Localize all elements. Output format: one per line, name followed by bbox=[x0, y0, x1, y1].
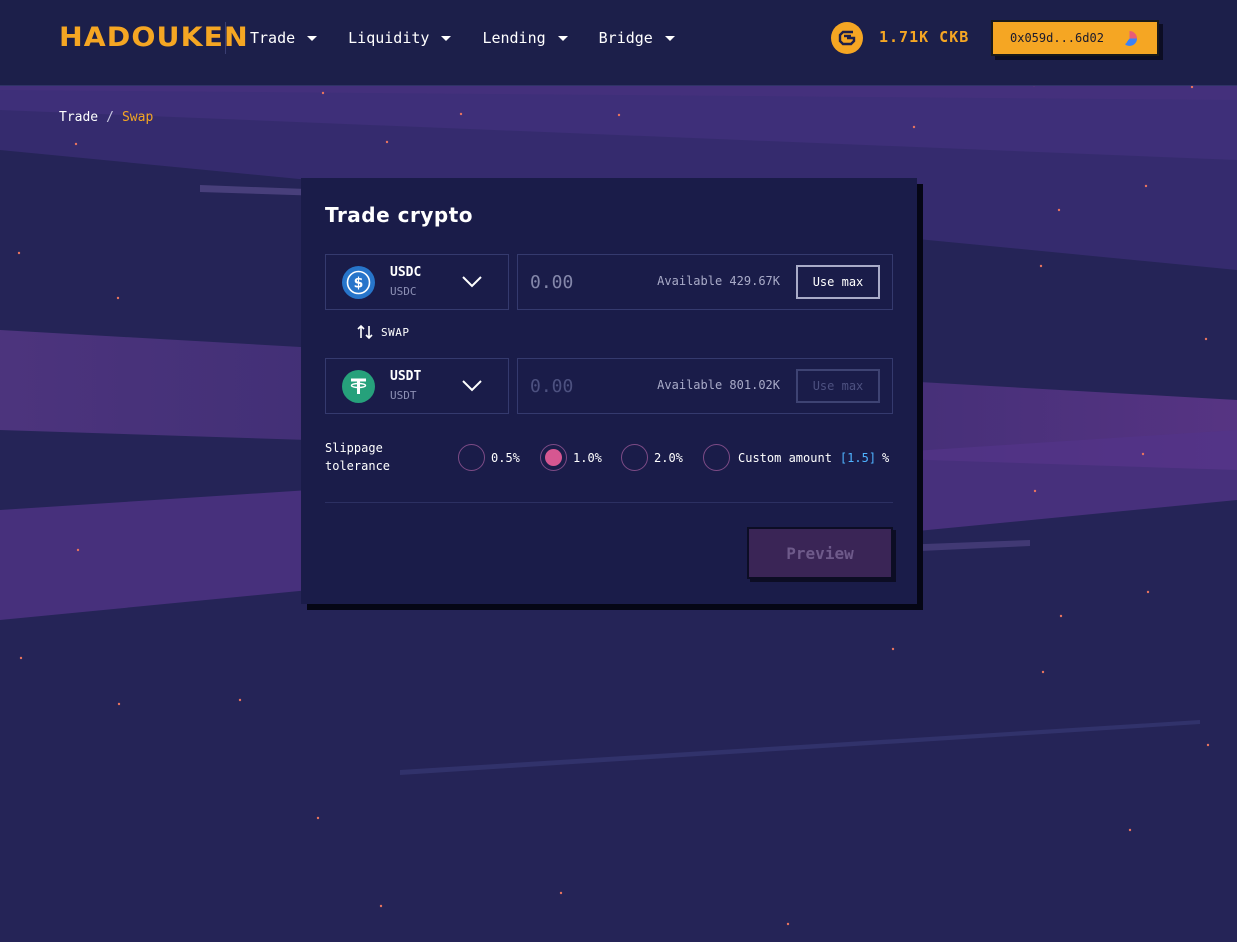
to-available-balance: Available 801.02K bbox=[657, 378, 780, 392]
nav-liquidity[interactable]: Liquidity bbox=[348, 28, 452, 48]
custom-amount-label: Custom amount bbox=[738, 450, 832, 465]
chevron-down-icon bbox=[462, 276, 482, 288]
slippage-option-label: 0.5% bbox=[491, 450, 520, 465]
slippage-option-custom[interactable]: Custom amount [1.5] % bbox=[703, 444, 889, 471]
preview-button[interactable]: Preview bbox=[747, 527, 893, 579]
divider bbox=[325, 502, 893, 503]
from-amount-box: Available 429.67K Use max bbox=[517, 254, 893, 310]
ckb-token-icon bbox=[831, 22, 863, 54]
slippage-option-0-5[interactable]: 0.5% bbox=[458, 444, 520, 471]
nav-lending[interactable]: Lending bbox=[482, 28, 568, 48]
slippage-option-1-0[interactable]: 1.0% bbox=[540, 444, 602, 471]
caret-down-icon bbox=[441, 35, 452, 41]
to-token-name: USDT bbox=[390, 389, 417, 402]
caret-down-icon bbox=[557, 35, 568, 41]
hadouken-logo[interactable]: HADOUKEN bbox=[59, 23, 249, 53]
swap-arrows-icon bbox=[357, 324, 373, 340]
slippage-label: Slippage tolerance bbox=[325, 441, 391, 473]
slippage-option-label: 2.0% bbox=[654, 450, 683, 465]
top-header: HADOUKEN Trade Liquidity Lending Bridge … bbox=[0, 0, 1237, 86]
to-amount-box: Available 801.02K Use max bbox=[517, 358, 893, 414]
chevron-down-icon bbox=[462, 380, 482, 392]
slippage-option-2-0[interactable]: 2.0% bbox=[621, 444, 683, 471]
breadcrumb-trade[interactable]: Trade bbox=[59, 110, 98, 125]
to-token-select[interactable]: USDT USDT bbox=[325, 358, 509, 414]
breadcrumb: Trade / Swap bbox=[59, 110, 153, 125]
from-available-balance: Available 429.67K bbox=[657, 274, 780, 288]
to-amount-input bbox=[530, 372, 640, 400]
radio-icon bbox=[621, 444, 648, 471]
slippage-option-label: 1.0% bbox=[573, 450, 602, 465]
to-use-max-button: Use max bbox=[796, 369, 880, 403]
radio-icon bbox=[703, 444, 730, 471]
nav-lending-label: Lending bbox=[482, 29, 546, 47]
trade-card: Trade crypto $ USDC USDC Available 429.6… bbox=[301, 178, 917, 604]
nav-liquidity-label: Liquidity bbox=[348, 29, 430, 47]
from-token-select[interactable]: $ USDC USDC bbox=[325, 254, 509, 310]
from-token-symbol: USDC bbox=[390, 265, 422, 280]
ckb-balance: 1.71K CKB bbox=[879, 28, 970, 46]
header-divider bbox=[225, 22, 226, 54]
swap-direction-button[interactable]: SWAP bbox=[357, 324, 410, 340]
wallet-address: 0x059d...6d02 bbox=[1010, 31, 1104, 45]
to-token-symbol: USDT bbox=[390, 369, 422, 384]
from-use-max-button[interactable]: Use max bbox=[796, 265, 880, 299]
custom-amount-input[interactable]: [1.5] bbox=[840, 451, 876, 465]
wallet-avatar-icon bbox=[1122, 30, 1137, 46]
card-title: Trade crypto bbox=[325, 203, 474, 227]
breadcrumb-swap: Swap bbox=[121, 110, 154, 125]
usdt-icon bbox=[342, 370, 375, 403]
radio-icon bbox=[458, 444, 485, 471]
main-nav: Trade Liquidity Lending Bridge bbox=[250, 28, 706, 48]
breadcrumb-separator: / bbox=[106, 110, 114, 125]
radio-checked-icon bbox=[540, 444, 567, 471]
nav-trade-label: Trade bbox=[250, 29, 296, 47]
nav-trade[interactable]: Trade bbox=[250, 28, 318, 48]
usdc-icon: $ bbox=[342, 266, 375, 299]
from-token-name: USDC bbox=[390, 285, 417, 298]
from-amount-input[interactable] bbox=[530, 268, 640, 296]
caret-down-icon bbox=[307, 35, 318, 41]
svg-text:$: $ bbox=[354, 276, 364, 292]
custom-amount-unit: % bbox=[882, 450, 890, 465]
wallet-button[interactable]: 0x059d...6d02 bbox=[991, 20, 1159, 56]
nav-bridge-label: Bridge bbox=[598, 29, 653, 47]
swap-label: SWAP bbox=[381, 325, 410, 339]
caret-down-icon bbox=[664, 35, 675, 41]
nav-bridge[interactable]: Bridge bbox=[599, 28, 675, 48]
